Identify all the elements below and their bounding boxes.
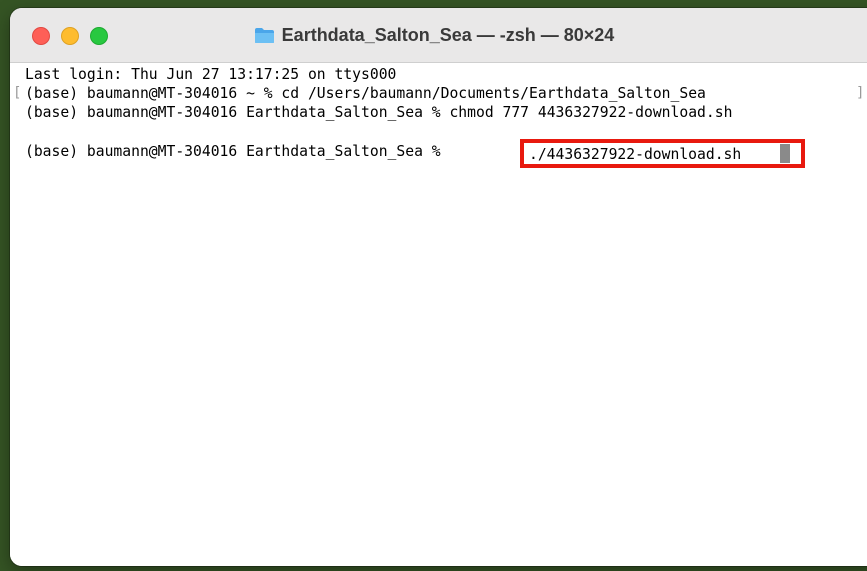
title-bar[interactable]: Earthdata_Salton_Sea — -zsh — 80×24: [10, 8, 867, 63]
terminal-line: Last login: Thu Jun 27 13:17:25 on ttys0…: [25, 66, 397, 83]
terminal-line: (base) baumann@MT-304016 ~ % cd /Users/b…: [25, 85, 706, 102]
current-command[interactable]: ./4436327922-download.sh: [529, 145, 741, 164]
text-cursor: [780, 144, 790, 163]
terminal-window[interactable]: Earthdata_Salton_Sea — -zsh — 80×24 Last…: [10, 8, 867, 566]
window-title: Earthdata_Salton_Sea — -zsh — 80×24: [281, 24, 615, 45]
mark-bracket-right: ]: [856, 85, 865, 101]
mark-bracket-left: [: [13, 85, 22, 101]
folder-icon: [254, 28, 274, 43]
terminal-line: (base) baumann@MT-304016 Earthdata_Salto…: [25, 104, 733, 121]
command-highlight-box: ./4436327922-download.sh: [520, 139, 805, 168]
window-title-group: Earthdata_Salton_Sea — -zsh — 80×24: [10, 8, 858, 62]
terminal-content[interactable]: Last login: Thu Jun 27 13:17:25 on ttys0…: [10, 63, 867, 566]
terminal-prompt-line: (base) baumann@MT-304016 Earthdata_Salto…: [25, 143, 450, 160]
